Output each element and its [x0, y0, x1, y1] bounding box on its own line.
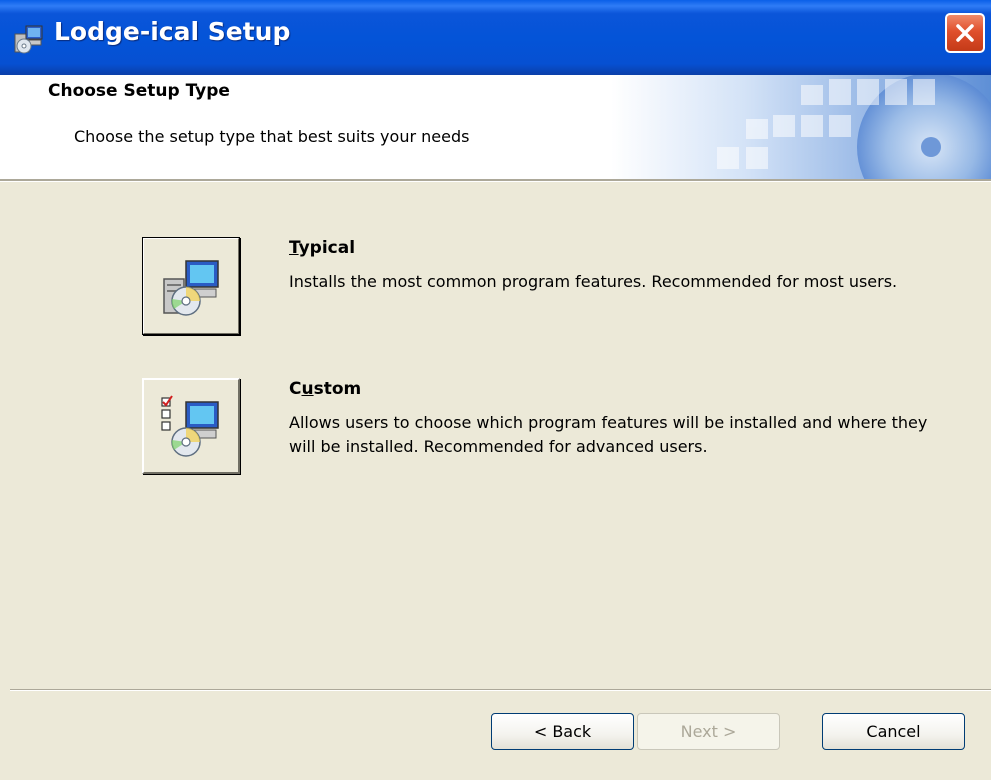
typical-button[interactable]	[142, 237, 240, 335]
cancel-button[interactable]: Cancel	[822, 713, 965, 750]
header-banner: Choose Setup Type Choose the setup type …	[0, 75, 991, 179]
banner-heading: Choose Setup Type	[48, 81, 230, 101]
banner-divider	[0, 179, 991, 182]
title-bar[interactable]: Lodge-ical Setup	[0, 0, 991, 75]
installer-icon	[12, 22, 46, 56]
banner-graphic	[611, 75, 991, 179]
close-button[interactable]	[945, 13, 985, 53]
typical-description: Installs the most common program feature…	[289, 272, 898, 291]
next-button[interactable]: Next >	[637, 713, 780, 750]
typical-title: Typical	[289, 238, 356, 258]
custom-button[interactable]	[142, 378, 240, 474]
custom-title: Custom	[289, 379, 362, 399]
back-button[interactable]: < Back	[491, 713, 634, 750]
setup-window: Lodge-ical Setup Choose Setup Type Choos…	[0, 0, 991, 780]
window-title: Lodge-ical Setup	[54, 17, 291, 46]
banner-subheading: Choose the setup type that best suits yo…	[74, 127, 470, 146]
custom-description: Allows users to choose which program fea…	[289, 413, 928, 456]
footer-divider	[10, 689, 991, 691]
